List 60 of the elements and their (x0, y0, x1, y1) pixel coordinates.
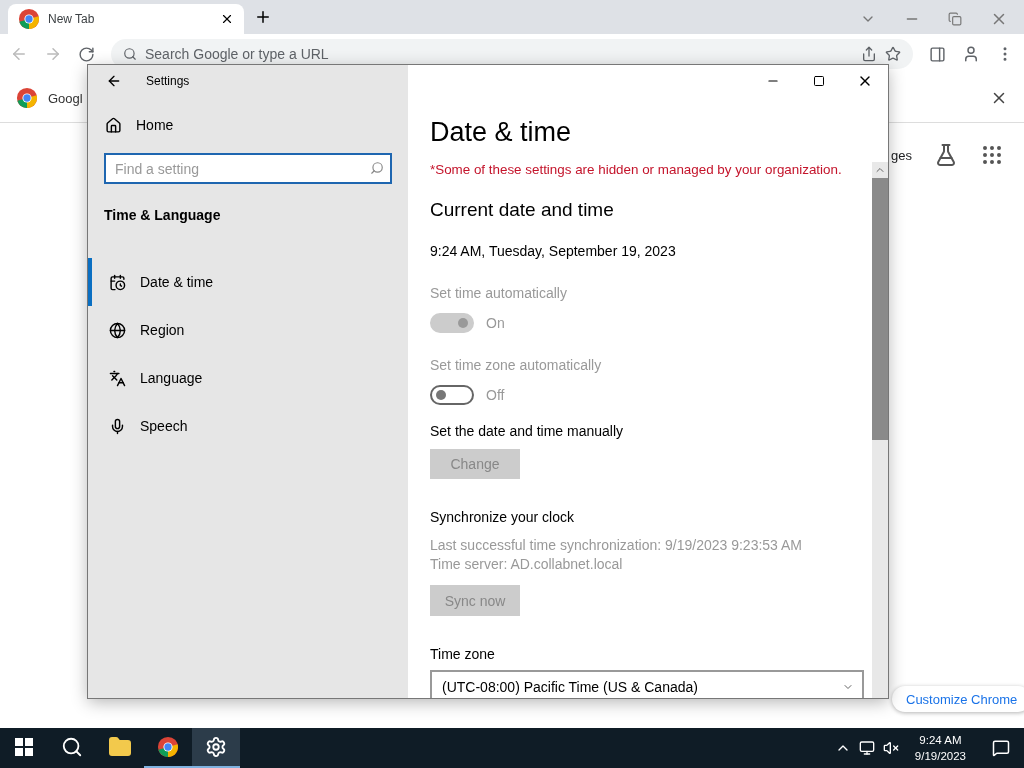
page-title: Date & time (430, 116, 573, 148)
toggle-state: On (486, 314, 505, 331)
browser-tab[interactable]: New Tab (8, 4, 244, 34)
muted-volume-icon[interactable] (882, 740, 899, 756)
apps-grid-icon[interactable] (980, 143, 1004, 167)
nav-item[interactable]: Speech (88, 402, 408, 450)
back-icon[interactable] (106, 73, 122, 89)
taskbar-app[interactable] (192, 728, 240, 768)
share-icon[interactable] (861, 46, 877, 62)
sync-heading: Synchronize your clock (430, 509, 575, 526)
reload-icon[interactable] (78, 45, 95, 63)
bookmark-star-icon[interactable] (885, 46, 901, 62)
side-panel-icon[interactable] (929, 45, 946, 63)
time-zone-label: Time zone (430, 646, 496, 663)
search-icon (123, 47, 137, 61)
taskbar-clock[interactable]: 9:24 AM 9/19/2023 (906, 732, 974, 764)
sync-info: Last successful time synchronization: 9/19/2023 9:23:53 AM (430, 537, 803, 554)
microphone-icon (109, 417, 126, 435)
language-icon (109, 369, 126, 387)
nav-item[interactable]: Language (88, 354, 408, 402)
clock-date: 9/19/2023 (914, 749, 966, 764)
network-icon[interactable] (858, 740, 875, 756)
chrome-logo-icon (16, 87, 38, 109)
customize-chrome-button[interactable]: Customize Chrome (892, 686, 1024, 712)
section-title: Time & Language (103, 206, 222, 223)
flask-icon[interactable] (934, 143, 958, 167)
windows-logo-icon[interactable] (15, 738, 33, 756)
scrollbar[interactable] (872, 162, 888, 698)
chrome-icon (157, 736, 179, 758)
settings-icon (205, 736, 227, 758)
sync-info: Time server: AD.collabnet.local (430, 556, 624, 573)
folder-icon (108, 735, 132, 759)
time-zone-dropdown[interactable]: (UTC-08:00) Pacific Time (US & Canada) (430, 670, 864, 698)
profile-icon[interactable] (962, 45, 980, 63)
globe-icon (109, 321, 126, 339)
restore-icon[interactable] (948, 12, 962, 26)
section-heading: Current date and time (430, 198, 615, 221)
nav-item[interactable]: Date & time (88, 258, 408, 306)
notifications-icon[interactable] (992, 739, 1010, 757)
window-title: Settings (146, 74, 190, 88)
toggle-state: Off (486, 386, 505, 403)
clock-time: 9:24 AM (919, 733, 962, 748)
new-tab-icon[interactable] (254, 8, 272, 26)
calendar-clock-icon (109, 273, 126, 291)
maximize-icon[interactable] (813, 74, 825, 87)
search-icon[interactable] (61, 736, 83, 758)
home-icon (105, 116, 122, 134)
current-date-time: 9:24 AM, Tuesday, September 19, 2023 (430, 242, 677, 259)
home-nav-item[interactable]: Home (88, 97, 408, 137)
toggle-label: Set time automatically (430, 284, 568, 301)
toggle-label: Set time zone automatically (430, 356, 603, 373)
nav-item[interactable]: Region (88, 306, 408, 354)
chrome-logo-icon (18, 8, 40, 30)
images-link[interactable]: ges (891, 147, 912, 163)
find-setting-field[interactable]: Find a setting (104, 153, 392, 184)
search-icon (370, 161, 384, 175)
policy-notice: *Some of these settings are hidden or managed by your organization. (430, 161, 843, 177)
close-tab-icon[interactable] (220, 12, 234, 26)
manual-label: Set the date and time manually (430, 422, 624, 439)
bookmark-link[interactable]: Googl (48, 90, 83, 106)
